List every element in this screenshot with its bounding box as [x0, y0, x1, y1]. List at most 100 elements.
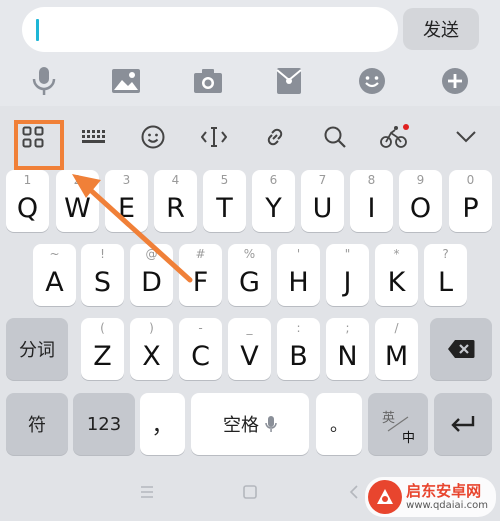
watermark-text: 启东安卓网 www.qdaiai.com	[406, 481, 488, 512]
language-switch-key[interactable]: 英 中	[368, 393, 428, 455]
emoji-icon[interactable]	[136, 120, 170, 154]
period-key[interactable]: 。	[316, 393, 362, 455]
keyboard-toolbar	[0, 106, 500, 166]
key-s-secondary: !	[100, 247, 105, 261]
key-m-label: M	[384, 341, 409, 372]
language-zh-label: 中	[402, 431, 416, 446]
key-g-label: G	[239, 267, 260, 298]
key-t[interactable]: 5T	[203, 170, 246, 232]
key-s-label: S	[93, 267, 112, 298]
key-f-secondary: #	[195, 247, 206, 261]
space-key-label: 空格	[223, 415, 259, 436]
key-j[interactable]: " J	[326, 244, 369, 306]
key-w[interactable]: 2W	[56, 170, 99, 232]
key-l[interactable]: ? L	[424, 244, 467, 306]
plus-icon[interactable]	[438, 64, 472, 98]
key-v-secondary: _	[246, 321, 253, 335]
key-f[interactable]: # F	[179, 244, 222, 306]
key-m[interactable]: / M	[375, 318, 418, 380]
key-q[interactable]: 1Q	[6, 170, 49, 232]
symbol-key[interactable]: 符	[6, 393, 68, 455]
key-z-label: Z	[93, 341, 112, 372]
highlight-box	[14, 120, 64, 170]
word-segment-key[interactable]: 分词	[6, 318, 68, 380]
comma-key[interactable]: ，	[140, 393, 185, 455]
key-p[interactable]: 0P	[449, 170, 492, 232]
key-w-label: W	[64, 193, 91, 224]
key-e-secondary: 3	[122, 173, 131, 187]
red-packet-icon[interactable]	[272, 64, 306, 98]
backspace-icon	[430, 318, 492, 380]
ime-keyboard	[0, 106, 500, 521]
key-d[interactable]: @ D	[130, 244, 173, 306]
space-key[interactable]: 空格	[191, 393, 309, 455]
key-a[interactable]: ~ A	[33, 244, 76, 306]
send-button[interactable]: 发送	[403, 8, 479, 50]
key-a-label: A	[45, 267, 64, 298]
key-z-secondary: (	[100, 321, 105, 335]
cursor-icon[interactable]	[197, 120, 231, 154]
key-o-secondary: 9	[416, 173, 425, 187]
key-i[interactable]: 8I	[350, 170, 393, 232]
key-y[interactable]: 6Y	[252, 170, 295, 232]
key-u[interactable]: 7U	[301, 170, 344, 232]
camera-icon[interactable]	[191, 64, 225, 98]
key-l-label: L	[437, 267, 454, 298]
key-i-secondary: 8	[367, 173, 376, 187]
key-k-label: K	[387, 267, 406, 298]
key-f-label: F	[192, 267, 209, 298]
key-s[interactable]: ! S	[81, 244, 124, 306]
key-m-secondary: /	[394, 321, 399, 335]
space-key-content: 空格	[191, 393, 309, 455]
key-l-secondary: ?	[442, 247, 449, 261]
watermark-url: www.qdaiai.com	[406, 499, 488, 511]
key-j-secondary: "	[344, 247, 351, 261]
chevron-down-icon[interactable]	[449, 120, 483, 154]
number-key-label: 123	[86, 413, 122, 435]
keyboard-icon[interactable]	[77, 120, 111, 154]
key-t-secondary: 5	[220, 173, 229, 187]
key-y-secondary: 6	[269, 173, 278, 187]
key-v[interactable]: _ V	[228, 318, 271, 380]
menu-icon[interactable]	[140, 484, 154, 503]
home-icon[interactable]	[243, 484, 257, 503]
key-o-label: O	[409, 193, 432, 224]
key-w-secondary: 2	[73, 173, 82, 187]
chat-actions-row	[0, 60, 500, 104]
key-r[interactable]: 4R	[154, 170, 197, 232]
key-o[interactable]: 9O	[399, 170, 442, 232]
key-n-secondary: ;	[345, 321, 350, 335]
key-d-secondary: @	[145, 247, 158, 261]
key-i-label: I	[367, 193, 376, 224]
key-k[interactable]: * K	[375, 244, 418, 306]
key-c[interactable]: -C	[179, 318, 222, 380]
message-input[interactable]	[22, 7, 398, 52]
image-icon[interactable]	[109, 64, 143, 98]
cycling-icon[interactable]	[377, 120, 411, 154]
key-g[interactable]: % G	[228, 244, 271, 306]
back-icon[interactable]	[349, 484, 359, 503]
key-u-label: U	[312, 193, 333, 224]
watermark-title: 启东安卓网	[406, 481, 482, 500]
key-t-label: T	[216, 193, 233, 224]
key-x[interactable]: ) X	[130, 318, 173, 380]
enter-icon	[434, 393, 492, 455]
emoji-icon[interactable]	[355, 64, 389, 98]
key-h[interactable]: ' H	[277, 244, 320, 306]
key-z[interactable]: (Z	[81, 318, 124, 380]
key-b[interactable]: :B	[277, 318, 320, 380]
key-k-secondary: *	[393, 247, 400, 261]
search-icon[interactable]	[318, 120, 352, 154]
key-r-label: R	[166, 193, 185, 224]
backspace-key[interactable]	[430, 318, 492, 380]
number-key[interactable]: 123	[73, 393, 135, 455]
key-v-label: V	[240, 341, 259, 372]
enter-key[interactable]	[434, 393, 492, 455]
watermark-logo-icon	[368, 480, 403, 514]
link-icon[interactable]	[258, 120, 292, 154]
key-e[interactable]: 3E	[105, 170, 148, 232]
microphone-icon[interactable]	[27, 64, 61, 98]
key-e-label: E	[117, 193, 136, 224]
key-q-label: Q	[16, 193, 39, 224]
key-n[interactable]: ; N	[326, 318, 369, 380]
